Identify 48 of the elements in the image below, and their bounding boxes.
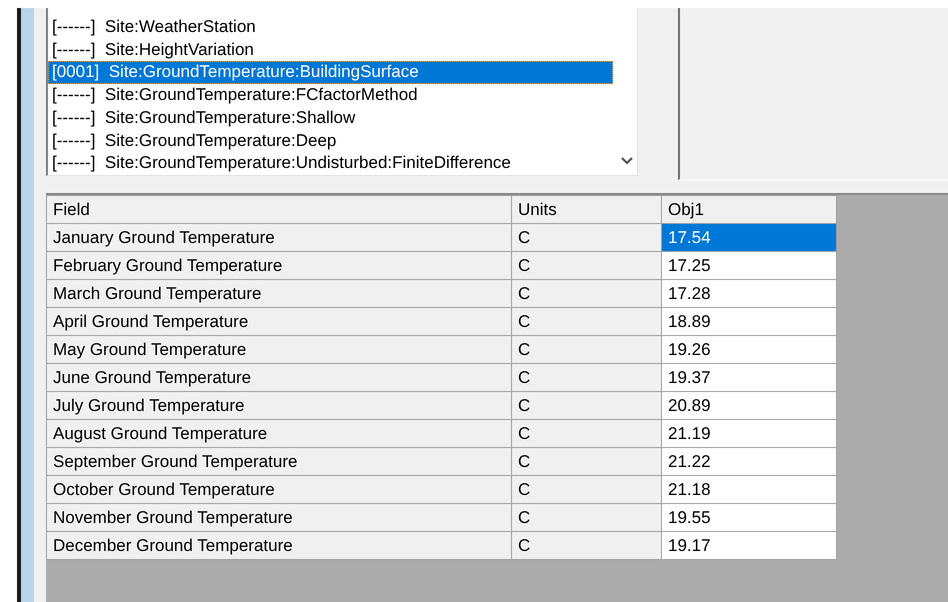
value-cell[interactable]: 21.22 [662, 448, 836, 476]
field-name-cell: November Ground Temperature [46, 504, 512, 532]
field-name-cell: January Ground Temperature [46, 224, 512, 252]
units-cell: C [512, 280, 662, 308]
value-cell[interactable]: 21.19 [662, 420, 836, 448]
value-cell[interactable]: 18.89 [662, 308, 836, 336]
field-name-cell: June Ground Temperature [46, 364, 512, 392]
value-cell[interactable]: 17.54 [662, 224, 836, 252]
value-cell[interactable]: 19.17 [662, 532, 836, 560]
units-cell: C [512, 308, 662, 336]
list-item[interactable]: [0001] Site:GroundTemperature:BuildingSurface [48, 61, 613, 84]
column-header: Field [46, 196, 512, 224]
field-name-cell: December Ground Temperature [46, 532, 512, 560]
value-cell[interactable]: 17.25 [662, 252, 836, 280]
field-name-cell: February Ground Temperature [46, 252, 512, 280]
units-cell: C [512, 224, 662, 252]
field-name-cell: March Ground Temperature [46, 280, 512, 308]
value-cell[interactable]: 21.18 [662, 476, 836, 504]
list-item[interactable]: [------] Site:GroundTemperature:Deep [48, 130, 613, 152]
list-item[interactable]: [------] Site:GroundTemperature:FCfactorMethod [48, 84, 613, 107]
field-name-cell: October Ground Temperature [46, 476, 512, 504]
value-cell[interactable]: 17.28 [662, 280, 836, 308]
field-name-cell: April Ground Temperature [46, 308, 512, 336]
column-header: Units [512, 196, 662, 224]
value-cell[interactable]: 20.89 [662, 392, 836, 420]
chevron-down-icon[interactable] [621, 157, 633, 165]
field-name-cell: May Ground Temperature [46, 336, 512, 364]
units-cell: C [512, 336, 662, 364]
column-header: Obj1 [662, 196, 836, 224]
units-cell: C [512, 476, 662, 504]
list-item[interactable]: [------] Site:GroundTemperature:Undisturbed:FiniteDifference [48, 152, 613, 176]
units-cell: C [512, 448, 662, 476]
units-cell: C [512, 532, 662, 560]
units-cell: C [512, 252, 662, 280]
field-name-cell: August Ground Temperature [46, 420, 512, 448]
value-cell[interactable]: 19.37 [662, 364, 836, 392]
units-cell: C [512, 420, 662, 448]
value-cell[interactable]: 19.55 [662, 504, 836, 532]
class-list[interactable] [46, 8, 638, 176]
field-name-cell: July Ground Temperature [46, 392, 512, 420]
value-cell[interactable]: 19.26 [662, 336, 836, 364]
field-name-cell: September Ground Temperature [46, 448, 512, 476]
list-item[interactable]: [------] Site:HeightVariation [48, 38, 613, 62]
units-cell: C [512, 392, 662, 420]
units-cell: C [512, 364, 662, 392]
list-item[interactable]: [------] Site:GroundTemperature:Shallow [48, 106, 613, 130]
units-cell: C [512, 504, 662, 532]
list-item[interactable]: [------] Site:WeatherStation [48, 16, 613, 39]
